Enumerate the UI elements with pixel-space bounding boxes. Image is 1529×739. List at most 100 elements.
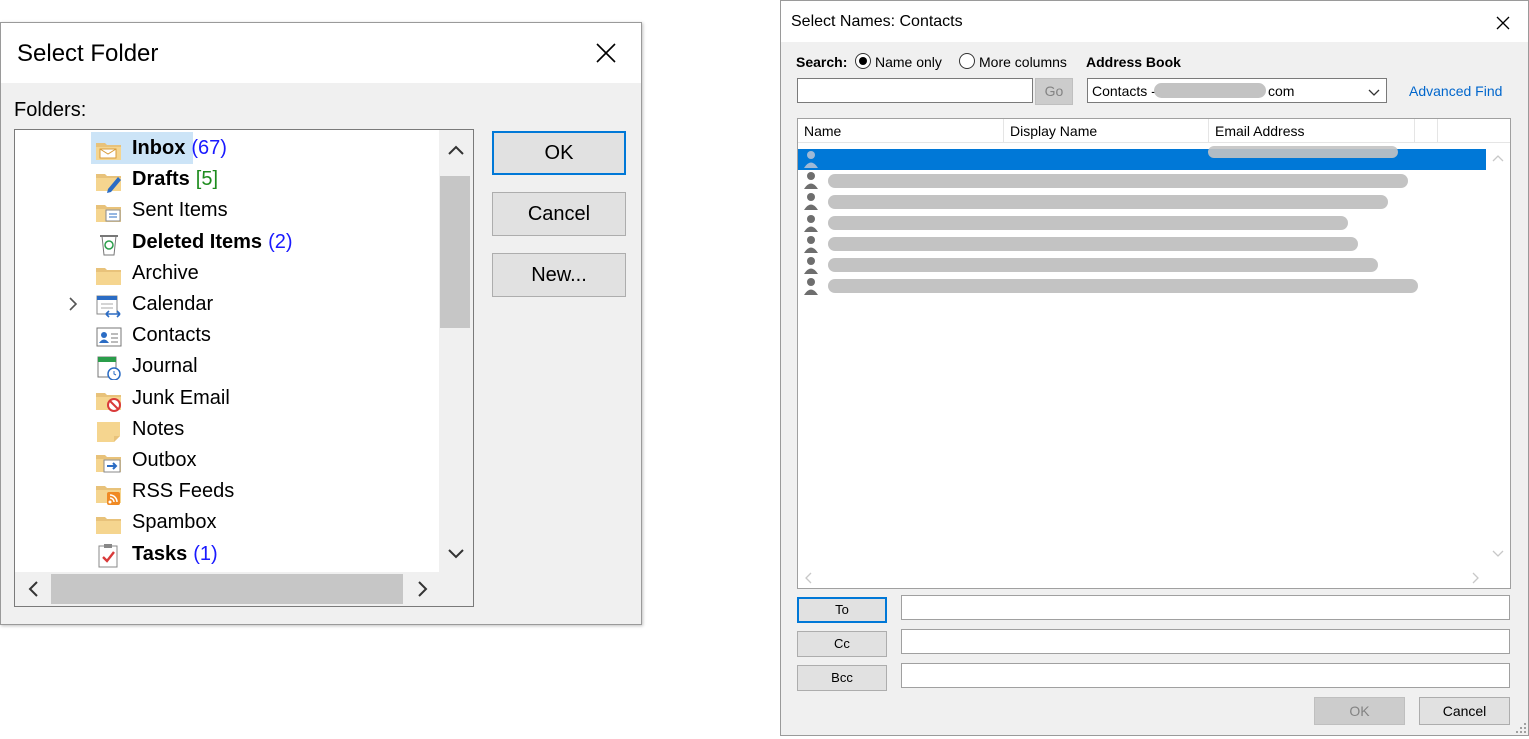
- select-folder-title: Select Folder: [17, 40, 159, 67]
- column-header-email-address[interactable]: Email Address: [1209, 119, 1415, 143]
- folder-label: Contacts: [132, 324, 211, 347]
- folder-name: Journal: [132, 355, 198, 378]
- folder-item[interactable]: Archive: [15, 259, 439, 287]
- calendar-folder-icon: [94, 292, 124, 318]
- contact-person-icon: [803, 256, 819, 275]
- more-columns-label[interactable]: More columns: [979, 54, 1067, 70]
- contacts-list[interactable]: Name Display Name Email Address: [797, 118, 1511, 589]
- folder-item[interactable]: Contacts: [15, 321, 439, 349]
- bcc-field[interactable]: [901, 663, 1510, 688]
- redaction-scribble: [828, 279, 1418, 293]
- scroll-down-icon[interactable]: [441, 538, 471, 568]
- list-scroll-down-icon[interactable]: [1490, 547, 1506, 559]
- folder-name: Inbox: [132, 137, 186, 159]
- folder-name: Notes: [132, 417, 185, 440]
- folder-name: Tasks: [132, 542, 188, 565]
- cancel-button[interactable]: Cancel: [1419, 697, 1510, 725]
- folder-tree-vertical-scrollbar[interactable]: [439, 130, 473, 572]
- folder-label: Junk Email: [132, 387, 230, 410]
- scroll-right-icon[interactable]: [407, 574, 437, 604]
- folder-item[interactable]: Spambox: [15, 508, 439, 536]
- folder-item[interactable]: Tasks (1): [15, 540, 439, 568]
- folder-item[interactable]: Outbox: [15, 446, 439, 474]
- advanced-find-link[interactable]: Advanced Find: [1409, 83, 1502, 99]
- close-icon[interactable]: [1493, 13, 1513, 33]
- column-header-name[interactable]: Name: [798, 119, 1004, 143]
- select-folder-dialog: Select Folder Folders: Inbox (67) Drafts [5…: [0, 22, 642, 625]
- folder-item[interactable]: Sent Items: [15, 196, 439, 224]
- folder-item[interactable]: Calendar: [15, 290, 439, 318]
- scroll-up-icon[interactable]: [441, 136, 471, 166]
- resize-grip-icon[interactable]: [1515, 721, 1527, 733]
- folder-item[interactable]: Drafts [5]: [15, 165, 439, 194]
- folder-label: Archive: [132, 262, 199, 285]
- cancel-button[interactable]: Cancel: [492, 192, 626, 236]
- redaction-scribble: [828, 237, 1358, 251]
- address-book-value-suffix: com: [1268, 83, 1295, 99]
- search-label: Search:: [796, 54, 848, 70]
- drafts-folder-icon: [94, 167, 124, 194]
- go-button[interactable]: Go: [1035, 78, 1073, 105]
- folder-unread-count: (2): [268, 230, 293, 253]
- address-book-select[interactable]: Contacts - com: [1087, 78, 1387, 103]
- select-folder-titlebar: Select Folder: [1, 23, 641, 83]
- folder-name: Calendar: [132, 293, 214, 315]
- folders-label: Folders:: [14, 99, 87, 121]
- redaction-scribble: [828, 195, 1388, 209]
- folder-item[interactable]: Journal: [15, 352, 439, 382]
- contact-person-icon: [803, 171, 819, 190]
- cc-button[interactable]: Cc: [797, 631, 887, 657]
- contact-person-icon: [803, 192, 819, 211]
- contact-person-icon: [803, 214, 819, 233]
- list-scroll-up-icon[interactable]: [1490, 151, 1506, 163]
- journal-folder-icon: [94, 354, 124, 382]
- folder-item[interactable]: RSS Feeds: [15, 477, 439, 506]
- vertical-scroll-thumb[interactable]: [440, 176, 470, 328]
- inbox-folder-icon: [94, 136, 124, 162]
- folder-label: Notes: [132, 418, 184, 441]
- folder-label: Outbox: [132, 449, 196, 472]
- folder-name: Archive: [132, 261, 199, 284]
- folder-name: RSS Feeds: [132, 480, 235, 503]
- recycle-bin-icon: [94, 230, 124, 256]
- horizontal-scroll-thumb[interactable]: [51, 574, 403, 604]
- folder-item[interactable]: Junk Email: [15, 384, 439, 412]
- folder-item[interactable]: Deleted Items (2): [15, 228, 439, 256]
- folder-unread-count: (1): [193, 542, 218, 565]
- ok-button[interactable]: OK: [1314, 697, 1405, 725]
- redaction-scribble: [828, 258, 1378, 272]
- to-field[interactable]: [901, 595, 1510, 620]
- more-columns-radio[interactable]: [959, 53, 975, 69]
- redaction-scribble: [828, 216, 1348, 230]
- contacts-folder-icon: [94, 323, 124, 349]
- list-scroll-right-icon[interactable]: [1470, 571, 1482, 585]
- redaction-scribble: [828, 174, 1408, 188]
- expand-chevron-icon[interactable]: [65, 294, 81, 314]
- close-icon[interactable]: [591, 38, 621, 68]
- folder-label: Journal: [132, 355, 198, 378]
- contact-person-icon: [803, 235, 819, 254]
- name-only-label[interactable]: Name only: [875, 54, 942, 70]
- column-header-display-name[interactable]: Display Name: [1004, 119, 1209, 143]
- folder-item[interactable]: Inbox (67): [15, 132, 439, 164]
- bcc-button[interactable]: Bcc: [797, 665, 887, 691]
- folder-tree[interactable]: Inbox (67) Drafts [5] Sent Items Deleted Item…: [14, 129, 474, 607]
- ok-button[interactable]: OK: [492, 131, 626, 175]
- name-only-radio[interactable]: [855, 53, 871, 69]
- cc-field[interactable]: [901, 629, 1510, 654]
- notes-folder-icon: [94, 417, 124, 443]
- outbox-folder-icon: [94, 448, 124, 474]
- folder-item[interactable]: Notes: [15, 415, 439, 443]
- list-scroll-left-icon[interactable]: [802, 571, 814, 585]
- chevron-down-icon[interactable]: [1368, 85, 1380, 97]
- folder-label: Tasks (1): [132, 543, 218, 566]
- scroll-left-icon[interactable]: [19, 574, 49, 604]
- new-folder-button[interactable]: New...: [492, 253, 626, 297]
- folder-label: Calendar: [132, 293, 213, 316]
- to-button[interactable]: To: [797, 597, 887, 623]
- folder-label: Inbox (67): [132, 137, 227, 160]
- search-input[interactable]: [797, 78, 1033, 103]
- redaction-scribble: [1208, 146, 1398, 158]
- folder-tree-horizontal-scrollbar[interactable]: [15, 572, 473, 606]
- spambox-folder-icon: [94, 510, 124, 536]
